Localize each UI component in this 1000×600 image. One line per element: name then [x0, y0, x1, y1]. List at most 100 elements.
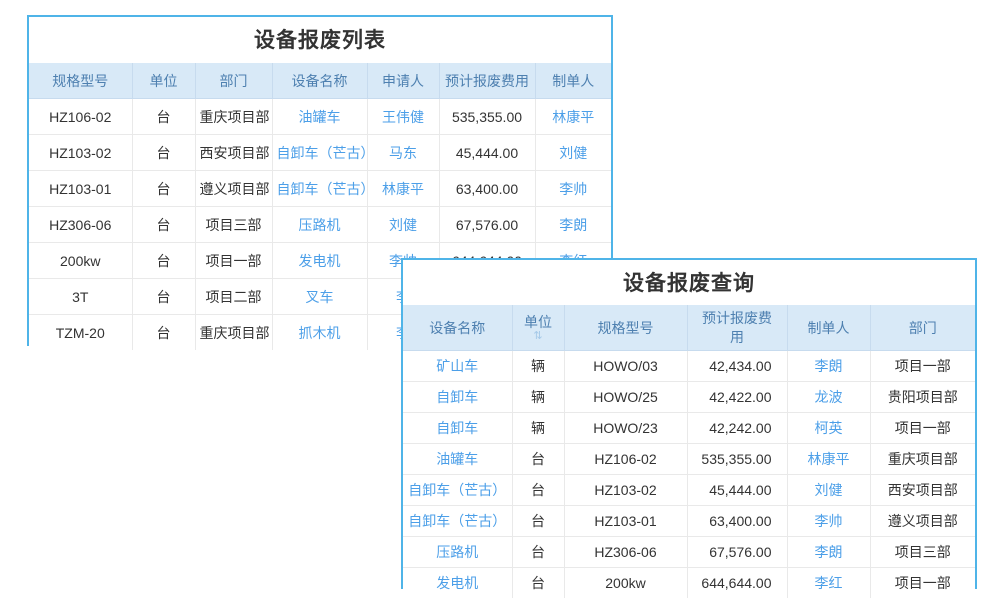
- device-name-cell[interactable]: 自卸车（芒古）: [403, 506, 512, 537]
- applicant-cell[interactable]: 林康平: [367, 171, 439, 207]
- spec-model-cell: HZ103-01: [564, 506, 687, 537]
- unit-cell: 辆: [512, 413, 564, 444]
- unit-cell: 台: [512, 537, 564, 568]
- preparer-cell[interactable]: 李红: [787, 568, 870, 599]
- department-cell: 项目一部: [870, 568, 975, 599]
- device-name-cell[interactable]: 自卸车: [403, 382, 512, 413]
- col-header-preparer[interactable]: 制单人: [535, 63, 611, 99]
- unit-cell: 台: [132, 315, 195, 351]
- unit-cell: 台: [132, 243, 195, 279]
- preparer-cell[interactable]: 刘健: [535, 135, 611, 171]
- department-cell: 项目二部: [195, 279, 272, 315]
- col-header-device-name[interactable]: 设备名称: [403, 305, 512, 351]
- device-name-cell[interactable]: 自卸车（芒古）: [403, 475, 512, 506]
- spec-model-cell: HOWO/25: [564, 382, 687, 413]
- table-row: HZ103-01台遵义项目部自卸车（芒古）林康平63,400.00李帅: [29, 171, 611, 207]
- estimated-cost-cell: 42,422.00: [687, 382, 787, 413]
- estimated-cost-cell: 63,400.00: [439, 171, 535, 207]
- preparer-cell[interactable]: 柯英: [787, 413, 870, 444]
- spec-model-cell: 200kw: [564, 568, 687, 599]
- spec-model-cell: TZM-20: [29, 315, 132, 351]
- estimated-cost-cell: 67,576.00: [439, 207, 535, 243]
- col-header-department[interactable]: 部门: [870, 305, 975, 351]
- department-cell: 西安项目部: [870, 475, 975, 506]
- unit-cell: 台: [132, 207, 195, 243]
- department-cell: 遵义项目部: [195, 171, 272, 207]
- device-name-cell[interactable]: 油罐车: [272, 99, 367, 135]
- device-name-cell[interactable]: 压路机: [272, 207, 367, 243]
- spec-model-cell: HOWO/23: [564, 413, 687, 444]
- department-cell: 项目三部: [195, 207, 272, 243]
- device-name-cell[interactable]: 自卸车（芒古）: [272, 171, 367, 207]
- department-cell: 项目一部: [870, 351, 975, 382]
- unit-cell: 台: [132, 279, 195, 315]
- device-name-cell[interactable]: 叉车: [272, 279, 367, 315]
- scrap-list-header: 规格型号 单位 部门 设备名称 申请人 预计报废费用 制单人: [29, 63, 611, 99]
- col-header-unit-label: 单位: [517, 314, 560, 330]
- unit-cell: 台: [132, 171, 195, 207]
- preparer-cell[interactable]: 李帅: [787, 506, 870, 537]
- unit-cell: 辆: [512, 351, 564, 382]
- table-row: 自卸车（芒古）台HZ103-0245,444.00刘健西安项目部: [403, 475, 975, 506]
- spec-model-cell: HZ306-06: [29, 207, 132, 243]
- department-cell: 重庆项目部: [870, 444, 975, 475]
- col-header-department[interactable]: 部门: [195, 63, 272, 99]
- device-name-cell[interactable]: 油罐车: [403, 444, 512, 475]
- unit-cell: 台: [132, 135, 195, 171]
- col-header-applicant[interactable]: 申请人: [367, 63, 439, 99]
- spec-model-cell: 3T: [29, 279, 132, 315]
- device-name-cell[interactable]: 压路机: [403, 537, 512, 568]
- device-name-cell[interactable]: 抓木机: [272, 315, 367, 351]
- unit-cell: 台: [512, 506, 564, 537]
- sort-icon[interactable]: ⇅: [517, 330, 560, 342]
- preparer-cell[interactable]: 李朗: [535, 207, 611, 243]
- col-header-preparer[interactable]: 制单人: [787, 305, 870, 351]
- applicant-cell[interactable]: 马东: [367, 135, 439, 171]
- preparer-cell[interactable]: 龙波: [787, 382, 870, 413]
- col-header-estimated-cost[interactable]: 预计报废费用: [687, 305, 787, 351]
- preparer-cell[interactable]: 李帅: [535, 171, 611, 207]
- estimated-cost-cell: 67,576.00: [687, 537, 787, 568]
- department-cell: 遵义项目部: [870, 506, 975, 537]
- spec-model-cell: HZ103-02: [564, 475, 687, 506]
- department-cell: 重庆项目部: [195, 99, 272, 135]
- applicant-cell[interactable]: 刘健: [367, 207, 439, 243]
- preparer-cell[interactable]: 李朗: [787, 351, 870, 382]
- preparer-cell[interactable]: 李朗: [787, 537, 870, 568]
- col-header-spec-model[interactable]: 规格型号: [29, 63, 132, 99]
- col-header-device-name[interactable]: 设备名称: [272, 63, 367, 99]
- col-header-estimated-cost[interactable]: 预计报废费用: [439, 63, 535, 99]
- device-name-cell[interactable]: 自卸车（芒古）: [272, 135, 367, 171]
- scrap-query-body: 矿山车辆HOWO/0342,434.00李朗项目一部自卸车辆HOWO/2542,…: [403, 351, 975, 599]
- estimated-cost-cell: 535,355.00: [687, 444, 787, 475]
- estimated-cost-cell: 45,444.00: [687, 475, 787, 506]
- device-name-cell[interactable]: 矿山车: [403, 351, 512, 382]
- preparer-cell[interactable]: 刘健: [787, 475, 870, 506]
- table-row: 发电机台200kw644,644.00李红项目一部: [403, 568, 975, 599]
- spec-model-cell: HOWO/03: [564, 351, 687, 382]
- table-row: HZ306-06台项目三部压路机刘健67,576.00李朗: [29, 207, 611, 243]
- col-header-unit-sortable[interactable]: 单位 ⇅: [512, 305, 564, 351]
- applicant-cell[interactable]: 王伟健: [367, 99, 439, 135]
- col-header-unit[interactable]: 单位: [132, 63, 195, 99]
- estimated-cost-cell: 45,444.00: [439, 135, 535, 171]
- preparer-cell[interactable]: 林康平: [787, 444, 870, 475]
- department-cell: 西安项目部: [195, 135, 272, 171]
- estimated-cost-cell: 42,434.00: [687, 351, 787, 382]
- col-header-spec-model[interactable]: 规格型号: [564, 305, 687, 351]
- device-name-cell[interactable]: 自卸车: [403, 413, 512, 444]
- department-cell: 项目一部: [870, 413, 975, 444]
- table-row: 矿山车辆HOWO/0342,434.00李朗项目一部: [403, 351, 975, 382]
- device-name-cell[interactable]: 发电机: [403, 568, 512, 599]
- spec-model-cell: HZ306-06: [564, 537, 687, 568]
- table-row: 自卸车辆HOWO/2342,242.00柯英项目一部: [403, 413, 975, 444]
- unit-cell: 台: [512, 475, 564, 506]
- estimated-cost-cell: 63,400.00: [687, 506, 787, 537]
- table-row: 自卸车辆HOWO/2542,422.00龙波贵阳项目部: [403, 382, 975, 413]
- preparer-cell[interactable]: 林康平: [535, 99, 611, 135]
- table-row: 油罐车台HZ106-02535,355.00林康平重庆项目部: [403, 444, 975, 475]
- estimated-cost-cell: 644,644.00: [687, 568, 787, 599]
- device-name-cell[interactable]: 发电机: [272, 243, 367, 279]
- spec-model-cell: HZ106-02: [564, 444, 687, 475]
- table-row: HZ106-02台重庆项目部油罐车王伟健535,355.00林康平: [29, 99, 611, 135]
